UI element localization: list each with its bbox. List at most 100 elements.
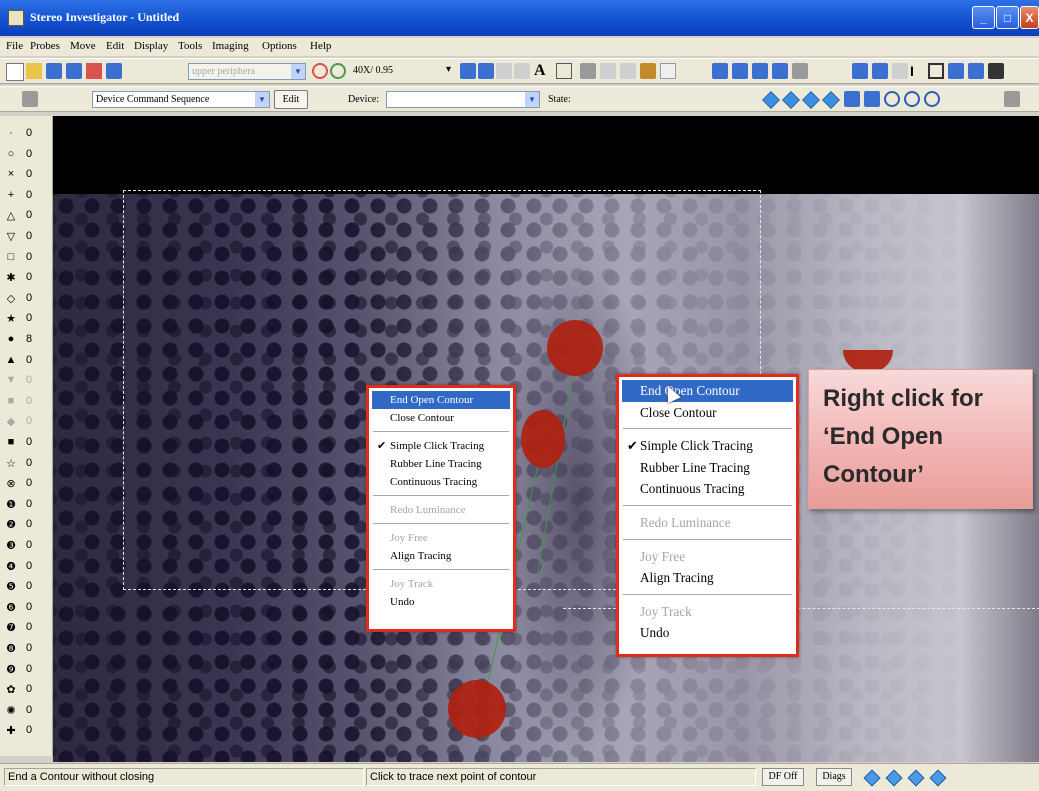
lens-dropdown[interactable]: upper periphera ▼ xyxy=(188,63,306,80)
marker-type-row[interactable]: ○ 0 xyxy=(4,145,50,165)
marker-type-row[interactable]: · 0 xyxy=(4,124,50,144)
menu-move[interactable]: Move xyxy=(70,40,96,52)
text-tool-icon[interactable]: A xyxy=(534,63,550,79)
grid-toggle-icon[interactable] xyxy=(1004,91,1020,107)
df-off-button[interactable]: DF Off xyxy=(762,768,804,786)
marker-type-row[interactable]: ❶0 xyxy=(4,495,50,515)
marker-type-row[interactable]: ▲ 0 xyxy=(4,351,50,371)
text-cursor-icon[interactable]: I xyxy=(910,63,926,79)
menu-probes[interactable]: Probes xyxy=(30,40,60,52)
menu-tools[interactable]: Tools xyxy=(178,40,202,52)
zoom-fit-icon[interactable] xyxy=(924,91,940,107)
context-menu-item[interactable]: Rubber Line Tracing xyxy=(622,457,793,479)
overlay-icon[interactable] xyxy=(732,63,748,79)
context-menu-item[interactable]: Undo xyxy=(372,593,510,611)
marker-type-row[interactable]: ❽0 xyxy=(4,639,50,659)
grid-nav-icon-2[interactable] xyxy=(864,91,880,107)
display-icon[interactable] xyxy=(712,63,728,79)
chart-icon[interactable] xyxy=(948,63,964,79)
marker-type-row[interactable]: ❻0 xyxy=(4,598,50,618)
nav-right-icon[interactable] xyxy=(802,91,820,109)
objective-dropdown-arrow[interactable]: ▾ xyxy=(446,64,451,75)
pencil-icon[interactable] xyxy=(640,63,656,79)
layers-icon[interactable] xyxy=(752,63,768,79)
probe-icon[interactable] xyxy=(478,63,494,79)
context-menu-item[interactable]: End Open Contour xyxy=(372,391,510,409)
print-icon[interactable] xyxy=(66,63,82,79)
marker-type-row[interactable]: ◇ 0 xyxy=(4,289,50,309)
annotation-icon[interactable] xyxy=(556,63,572,79)
objective-dropdown[interactable]: 40X/ 0.95 xyxy=(350,63,444,80)
marker-type-row[interactable]: ❾0 xyxy=(4,660,50,680)
menu-options[interactable]: Options xyxy=(262,40,297,52)
edit-sequence-button[interactable]: Edit xyxy=(274,90,308,109)
menu-file[interactable]: File xyxy=(6,40,23,52)
contour-marker-dot[interactable] xyxy=(547,320,603,376)
marker-type-row[interactable]: +0 xyxy=(4,186,50,206)
context-menu-item[interactable]: Align Tracing xyxy=(622,567,793,589)
context-menu-item[interactable]: ✔ Simple Click Tracing xyxy=(622,435,793,457)
marker-type-row[interactable]: ▼ 0 xyxy=(4,371,50,391)
marker-type-row[interactable]: ■ 0 xyxy=(4,433,50,453)
marker-type-row[interactable]: ● 8 xyxy=(4,330,50,350)
context-menu-item[interactable]: Close Contour xyxy=(372,409,510,427)
eraser-icon[interactable] xyxy=(660,63,676,79)
marker-type-row[interactable]: ❹0 xyxy=(4,557,50,577)
diags-button[interactable]: Diags xyxy=(816,768,852,786)
close-button[interactable]: X xyxy=(1020,6,1039,29)
nav-up-left-icon[interactable] xyxy=(762,91,780,109)
menu-edit[interactable]: Edit xyxy=(106,40,124,52)
list-icon[interactable] xyxy=(792,63,808,79)
rotate-icon[interactable] xyxy=(330,63,346,79)
grid-nav-icon[interactable] xyxy=(844,91,860,107)
database-icon[interactable] xyxy=(872,63,888,79)
marker-type-row[interactable]: ❺0 xyxy=(4,577,50,597)
maximize-button[interactable]: □ xyxy=(996,6,1019,29)
marker-type-row[interactable]: ☆ 0 xyxy=(4,454,50,474)
open-folder-icon[interactable] xyxy=(26,63,42,79)
marker-type-row[interactable]: ■ 0 xyxy=(4,392,50,412)
marker-type-row[interactable]: ✚ 0 xyxy=(4,721,50,741)
zoom-out-icon[interactable] xyxy=(904,91,920,107)
save-icon[interactable] xyxy=(46,63,62,79)
window-icon[interactable] xyxy=(772,63,788,79)
grid-icon[interactable] xyxy=(460,63,476,79)
marker-type-row[interactable]: □ 0 xyxy=(4,248,50,268)
marker-type-row[interactable]: ❼0 xyxy=(4,618,50,638)
marker-type-row[interactable]: ★ 0 xyxy=(4,309,50,329)
context-menu-item[interactable]: Align Tracing xyxy=(372,547,510,565)
context-menu-item[interactable]: Close Contour xyxy=(622,402,793,424)
frame-icon[interactable] xyxy=(928,63,944,79)
context-menu-item[interactable]: Continuous Tracing xyxy=(622,478,793,500)
image-icon[interactable] xyxy=(86,63,102,79)
contour-marker-dot[interactable] xyxy=(521,410,565,468)
status-nav-down-icon[interactable] xyxy=(929,769,947,787)
context-menu-item[interactable]: Continuous Tracing xyxy=(372,473,510,491)
status-nav-left-icon[interactable] xyxy=(863,769,881,787)
status-nav-up-icon[interactable] xyxy=(885,769,903,787)
zoom-in-icon[interactable] xyxy=(884,91,900,107)
marker-type-row[interactable]: ❸0 xyxy=(4,536,50,556)
new-file-icon[interactable] xyxy=(6,63,24,81)
video-icon[interactable] xyxy=(988,63,1004,79)
menu-display[interactable]: Display xyxy=(134,40,168,52)
minimize-button[interactable]: _ xyxy=(972,6,995,29)
sequence-dropdown[interactable]: Device Command Sequence ▼ xyxy=(92,91,270,108)
marker-type-row[interactable]: ⊗ 0 xyxy=(4,474,50,494)
status-nav-right-icon[interactable] xyxy=(907,769,925,787)
camera-icon[interactable] xyxy=(106,63,122,79)
refresh-icon[interactable] xyxy=(312,63,328,79)
marker-type-row[interactable]: ✱ 0 xyxy=(4,268,50,288)
context-menu-item[interactable]: Undo xyxy=(622,622,793,644)
marker-type-row[interactable]: △ 0 xyxy=(4,206,50,226)
monitor-icon[interactable] xyxy=(852,63,868,79)
menu-imaging[interactable]: Imaging xyxy=(212,40,249,52)
marker-type-row[interactable]: × 0 xyxy=(4,165,50,185)
marker-type-row[interactable]: ✺ 0 xyxy=(4,701,50,721)
nav-down-icon[interactable] xyxy=(822,91,840,109)
context-menu-item[interactable]: Rubber Line Tracing xyxy=(372,455,510,473)
title-bar[interactable]: Stereo Investigator - Untitled _ □ X xyxy=(0,0,1039,36)
export-icon[interactable] xyxy=(968,63,984,79)
sequence-icon[interactable] xyxy=(22,91,38,107)
device-dropdown[interactable]: ▼ xyxy=(386,91,540,108)
